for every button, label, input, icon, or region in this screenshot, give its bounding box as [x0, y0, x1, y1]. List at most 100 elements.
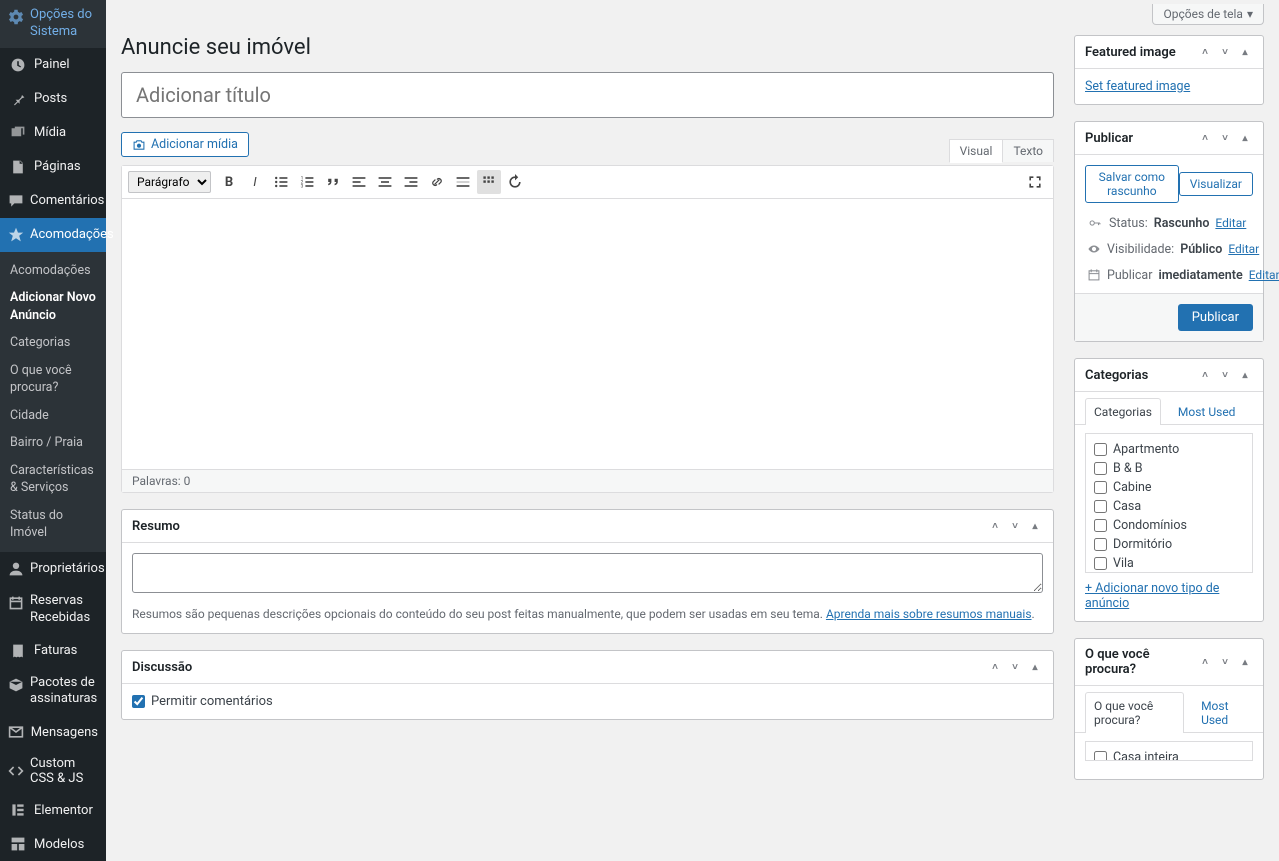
excerpt-help-link[interactable]: Aprenda mais sobre resumos manuais — [826, 607, 1032, 621]
submenu-item-neighborhood[interactable]: Bairro / Praia — [0, 429, 106, 457]
align-right-button[interactable] — [399, 170, 423, 194]
blockquote-button[interactable] — [321, 170, 345, 194]
align-left-button[interactable] — [347, 170, 371, 194]
gear-icon — [8, 7, 24, 27]
link-button[interactable] — [425, 170, 449, 194]
chevron-down-icon[interactable]: ˅ — [1217, 130, 1233, 146]
post-title-input[interactable] — [121, 72, 1054, 118]
align-center-button[interactable] — [373, 170, 397, 194]
fullscreen-button[interactable] — [1023, 170, 1047, 194]
edit-visibility-link[interactable]: Editar — [1228, 242, 1259, 256]
sidebar-item-system-options[interactable]: Opções do Sistema — [0, 0, 106, 48]
sidebar-item-dashboard[interactable]: Painel — [0, 48, 106, 82]
chevron-down-icon[interactable]: ˅ — [1217, 44, 1233, 60]
categories-tab-all[interactable]: Categorias — [1085, 398, 1161, 425]
looking-for-list[interactable]: Casa inteira — [1085, 741, 1253, 761]
sidebar-item-invoices[interactable]: Faturas — [0, 634, 106, 668]
chevron-up-icon[interactable]: ˄ — [987, 659, 1003, 675]
category-item[interactable]: B & B — [1094, 461, 1244, 476]
sidebar-item-elementor[interactable]: Elementor — [0, 793, 106, 827]
caret-up-icon[interactable]: ▴ — [1237, 654, 1253, 670]
tab-visual[interactable]: Visual — [949, 139, 1003, 163]
publish-heading: Publicar — [1085, 131, 1133, 146]
bold-button[interactable]: B — [217, 170, 241, 194]
caret-up-icon[interactable]: ▴ — [1237, 130, 1253, 146]
add-media-button[interactable]: Adicionar mídia — [121, 132, 249, 157]
admin-sidebar: Opções do Sistema Painel Posts Mídia Pág… — [0, 0, 106, 861]
chevron-up-icon[interactable]: ˄ — [1197, 44, 1213, 60]
italic-button[interactable]: I — [243, 170, 267, 194]
sidebar-item-templates[interactable]: Modelos — [0, 827, 106, 861]
sidebar-item-subscriptions[interactable]: Pacotes de assinaturas — [0, 668, 106, 716]
tab-text[interactable]: Texto — [1002, 139, 1054, 162]
caret-up-icon[interactable]: ▴ — [1237, 44, 1253, 60]
looking-for-tab-all[interactable]: O que você procura? — [1085, 692, 1184, 733]
publish-button[interactable]: Publicar — [1178, 304, 1253, 331]
looking-for-heading: O que você procura? — [1085, 647, 1197, 677]
save-draft-button[interactable]: Salvar como rascunho — [1085, 165, 1179, 203]
chevron-down-icon[interactable]: ˅ — [1217, 654, 1233, 670]
screen-options-toggle[interactable]: Opções de tela ▾ — [1152, 4, 1264, 25]
sidebar-item-accommodations[interactable]: Acomodações — [0, 218, 106, 252]
status-row: Status: Rascunho Editar — [1087, 215, 1251, 231]
category-item[interactable]: Casa — [1094, 499, 1244, 514]
sidebar-item-comments[interactable]: Comentários — [0, 184, 106, 218]
submenu-item-looking-for[interactable]: O que você procura? — [0, 357, 106, 402]
excerpt-textarea[interactable] — [132, 553, 1043, 593]
submenu-item-city[interactable]: Cidade — [0, 402, 106, 430]
categories-panel: Categorias ˄ ˅ ▴ Categorias Most Used — [1074, 358, 1264, 622]
category-item[interactable]: Apartmento — [1094, 442, 1244, 457]
format-select[interactable]: Parágrafo — [128, 171, 211, 193]
submenu-item-categories[interactable]: Categorias — [0, 329, 106, 357]
edit-schedule-link[interactable]: Editar — [1249, 268, 1279, 282]
camera-icon — [132, 138, 146, 152]
bullet-list-button[interactable] — [269, 170, 293, 194]
sidebar-item-media[interactable]: Mídia — [0, 116, 106, 150]
read-more-button[interactable] — [451, 170, 475, 194]
submenu-item-add-new[interactable]: Adicionar Novo Anúncio — [0, 284, 106, 329]
looking-for-tab-most[interactable]: Most Used — [1192, 692, 1253, 733]
toolbar-toggle-button[interactable] — [477, 170, 501, 194]
sidebar-item-posts[interactable]: Posts — [0, 82, 106, 116]
sidebar-label: Mídia — [34, 125, 66, 140]
excerpt-heading: Resumo — [132, 519, 180, 534]
set-featured-image-link[interactable]: Set featured image — [1085, 79, 1190, 94]
category-item[interactable]: Dormitório — [1094, 537, 1244, 552]
categories-tab-most-used[interactable]: Most Used — [1169, 398, 1245, 425]
edit-status-link[interactable]: Editar — [1215, 216, 1246, 230]
chevron-up-icon[interactable]: ˄ — [1197, 367, 1213, 383]
invoice-icon — [8, 641, 28, 661]
caret-up-icon[interactable]: ▴ — [1027, 659, 1043, 675]
sidebar-item-owners[interactable]: Proprietários — [0, 552, 106, 586]
editor-status-bar: Palavras: 0 — [122, 469, 1053, 492]
chevron-up-icon[interactable]: ˄ — [987, 518, 1003, 534]
category-item[interactable]: Condomínios — [1094, 518, 1244, 533]
sidebar-item-messages[interactable]: Mensagens — [0, 715, 106, 749]
submenu-item-status[interactable]: Status do Imóvel — [0, 502, 106, 547]
pin-icon — [8, 89, 28, 109]
chevron-down-icon[interactable]: ˅ — [1007, 518, 1023, 534]
categories-list[interactable]: Apartmento B & B Cabine Casa Condomínios… — [1085, 433, 1253, 573]
preview-button[interactable]: Visualizar — [1179, 172, 1253, 196]
chevron-up-icon[interactable]: ˄ — [1197, 130, 1213, 146]
allow-comments-row[interactable]: Permitir comentários — [132, 694, 1043, 709]
visibility-row: Visibilidade: Público Editar — [1087, 241, 1251, 257]
category-item[interactable]: Cabine — [1094, 480, 1244, 495]
refresh-button[interactable] — [503, 170, 527, 194]
chevron-up-icon[interactable]: ˄ — [1197, 654, 1213, 670]
submenu-item-features[interactable]: Características & Serviços — [0, 457, 106, 502]
editor-textarea[interactable] — [122, 199, 1053, 469]
add-category-link[interactable]: + Adicionar novo tipo de anúncio — [1085, 581, 1219, 611]
sidebar-item-custom-css[interactable]: Custom CSS & JS — [0, 749, 106, 793]
allow-comments-checkbox[interactable] — [132, 695, 145, 708]
chevron-down-icon[interactable]: ˅ — [1007, 659, 1023, 675]
sidebar-item-bookings[interactable]: Reservas Recebidas — [0, 586, 106, 634]
caret-up-icon[interactable]: ▴ — [1237, 367, 1253, 383]
chevron-down-icon[interactable]: ˅ — [1217, 367, 1233, 383]
category-item[interactable]: Vila — [1094, 556, 1244, 571]
caret-up-icon[interactable]: ▴ — [1027, 518, 1043, 534]
sidebar-item-pages[interactable]: Páginas — [0, 150, 106, 184]
numbered-list-button[interactable]: 123 — [295, 170, 319, 194]
looking-for-item[interactable]: Casa inteira — [1094, 750, 1244, 761]
submenu-item-accommodations[interactable]: Acomodações — [0, 257, 106, 285]
